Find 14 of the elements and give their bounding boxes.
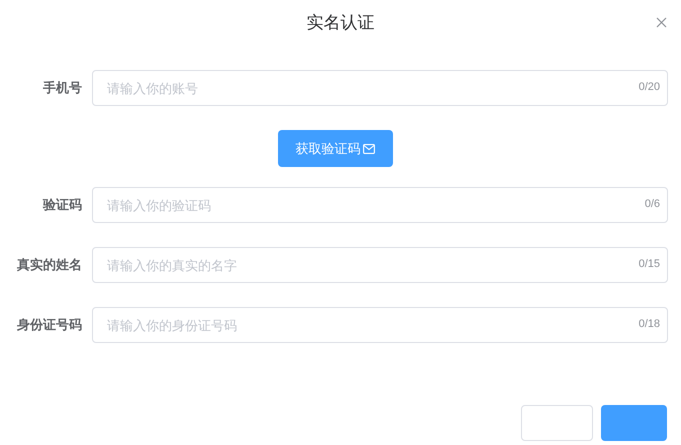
character-counter: 0/6 [644, 198, 660, 210]
field-label: 身份证号码 [16, 316, 83, 334]
envelope-icon [362, 144, 374, 154]
dialog-title: 实名认证 [306, 12, 374, 34]
close-icon[interactable] [656, 16, 667, 27]
field-label: 手机号 [42, 79, 83, 97]
cancel-button[interactable] [521, 405, 593, 441]
get-code-button[interactable]: 获取验证码 [278, 130, 392, 167]
character-counter: 0/15 [638, 258, 660, 270]
field-label: 真实的姓名 [16, 256, 83, 274]
field-label: 验证码 [42, 196, 83, 214]
character-counter: 0/20 [638, 81, 660, 93]
confirm-button[interactable] [601, 405, 667, 441]
character-counter: 0/18 [638, 318, 660, 330]
